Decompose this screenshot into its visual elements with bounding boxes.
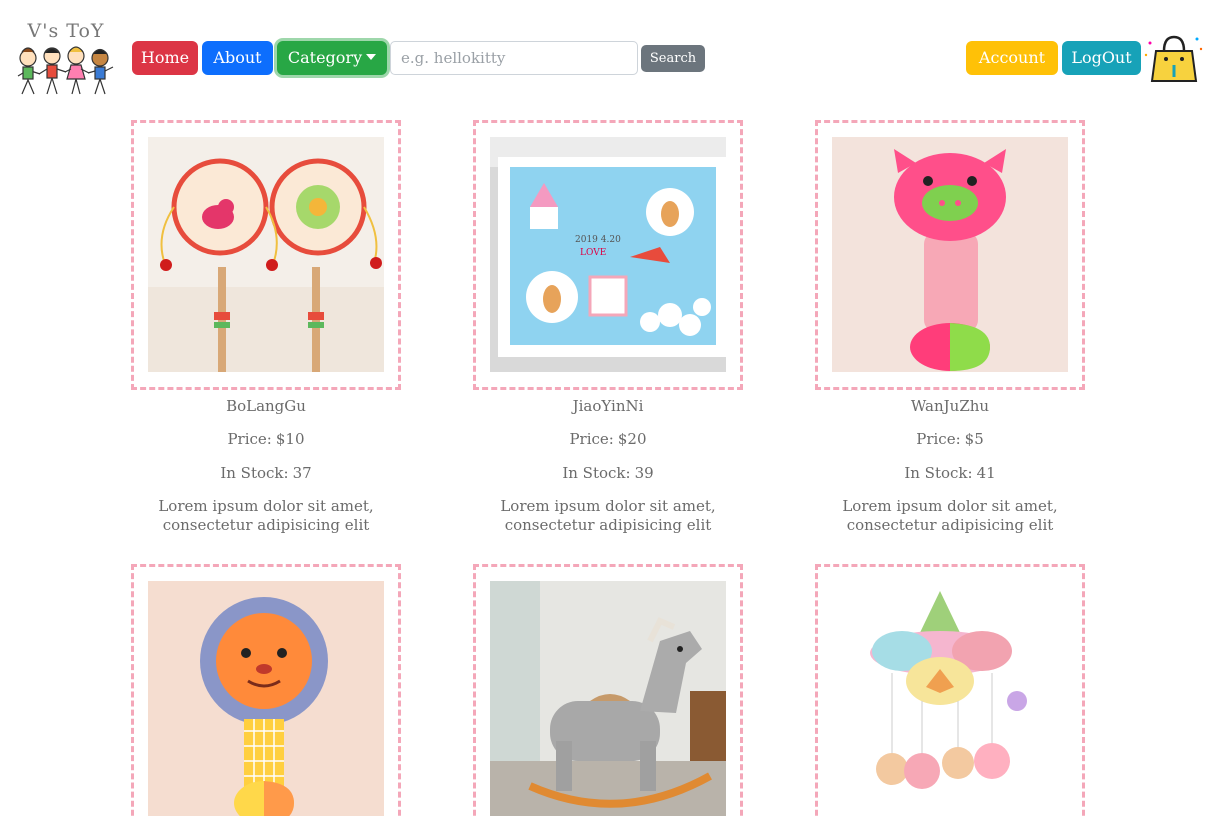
price-value: $10 — [275, 430, 305, 448]
product-image-frame — [473, 564, 743, 818]
product-description: Lorem ipsum dolor sit amet, consectetur … — [842, 497, 1058, 534]
svg-text:LOVE: LOVE — [580, 248, 606, 258]
search-input[interactable] — [390, 41, 638, 75]
price-label: Price: — [916, 430, 961, 448]
stock-label: In Stock: — [220, 464, 289, 482]
stock-label: In Stock: — [562, 464, 631, 482]
product-name[interactable]: JiaoYinNi — [463, 397, 753, 415]
price-value: $20 — [617, 430, 647, 448]
product-price: Price: $5 — [805, 430, 1095, 448]
product-card[interactable]: WanJuZhu Price: $5 In Stock: 41 Lorem ipsu… — [805, 120, 1095, 540]
product-name[interactable]: WanJuZhu — [805, 397, 1095, 415]
product-stock: In Stock: 41 — [805, 464, 1095, 482]
product-image-pink-pig-plush[interactable] — [832, 137, 1068, 372]
product-card[interactable] — [805, 564, 1095, 818]
account-button[interactable]: Account — [966, 41, 1058, 75]
price-label: Price: — [227, 430, 272, 448]
product-card[interactable]: BoLangGu Price: $10 In Stock: 37 Lorem ips… — [121, 120, 411, 540]
price-label: Price: — [569, 430, 614, 448]
category-dropdown-button[interactable]: Category — [277, 41, 387, 75]
svg-text:2019 4.20: 2019 4.20 — [575, 235, 621, 245]
product-card[interactable]: 2019 4.20 LOVE JiaoYinNi Price: $20 In St… — [463, 120, 753, 540]
product-description: Lorem ipsum dolor sit amet, consectetur … — [500, 497, 716, 534]
about-button[interactable]: About — [202, 41, 273, 75]
site-logo[interactable]: V's ToY — [14, 18, 118, 98]
product-image-frame — [131, 564, 401, 818]
product-image-frame — [131, 120, 401, 390]
shopping-bag-icon[interactable] — [1144, 33, 1204, 83]
product-description: Lorem ipsum dolor sit amet, consectetur … — [158, 497, 374, 534]
logout-button[interactable]: LogOut — [1062, 41, 1141, 75]
product-name[interactable]: BoLangGu — [121, 397, 411, 415]
product-image-frame — [815, 564, 1085, 818]
stock-value: 39 — [634, 464, 654, 482]
stock-label: In Stock: — [904, 464, 973, 482]
kids-holding-hands-icon — [17, 46, 114, 95]
product-price: Price: $20 — [463, 430, 753, 448]
stock-value: 41 — [976, 464, 996, 482]
product-image-footprint-frame[interactable]: 2019 4.20 LOVE — [490, 137, 726, 372]
product-stock: In Stock: 37 — [121, 464, 411, 482]
product-image-frame — [815, 120, 1085, 390]
product-image-frame: 2019 4.20 LOVE — [473, 120, 743, 390]
product-card[interactable] — [121, 564, 411, 818]
category-label: Category — [287, 48, 363, 67]
chevron-down-icon — [366, 54, 377, 60]
price-value: $5 — [964, 430, 984, 448]
product-image-rocking-horse[interactable] — [490, 581, 726, 816]
search-button[interactable]: Search — [641, 45, 705, 72]
stock-value: 37 — [292, 464, 312, 482]
product-image-crib-mobile[interactable] — [832, 581, 1068, 816]
product-card[interactable] — [463, 564, 753, 818]
product-image-rattle-drum[interactable] — [148, 137, 384, 372]
product-price: Price: $10 — [121, 430, 411, 448]
site-logo-text: V's ToY — [27, 20, 105, 42]
product-stock: In Stock: 39 — [463, 464, 753, 482]
product-image-lion-rattle[interactable] — [148, 581, 384, 816]
home-button[interactable]: Home — [132, 41, 198, 75]
